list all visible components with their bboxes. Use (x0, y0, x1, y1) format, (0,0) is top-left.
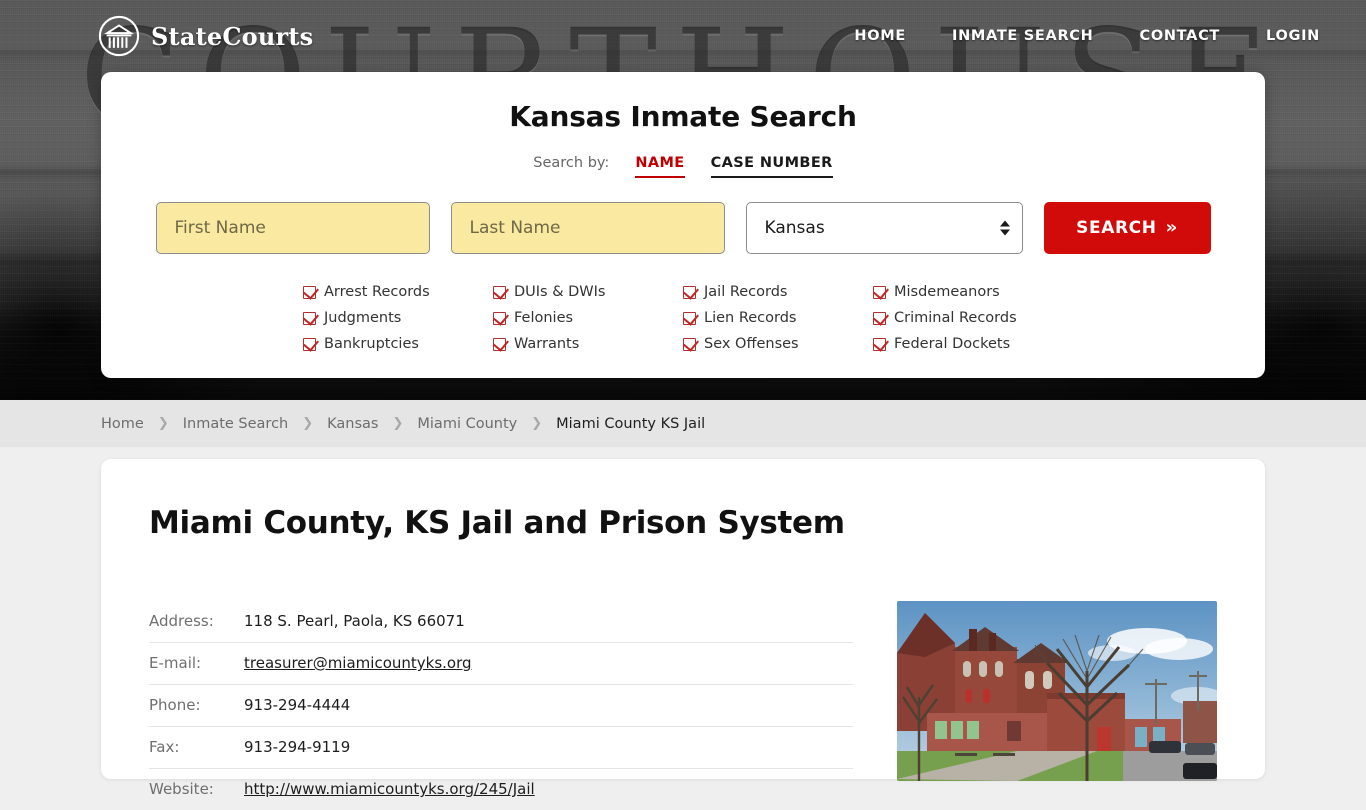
facility-photo (897, 601, 1217, 781)
detail-columns: Address: 118 S. Pearl, Paola, KS 66071 E… (149, 601, 1217, 810)
breadcrumb-item-miami-county[interactable]: Miami County (417, 416, 517, 432)
record-type-item[interactable]: Lien Records (683, 310, 873, 326)
state-select-value[interactable]: Kansas (746, 202, 1023, 254)
detail-value: 913-294-4444 (244, 685, 853, 727)
checkbox-checked-icon[interactable] (873, 338, 886, 351)
record-type-label: Lien Records (704, 310, 796, 326)
facility-info-table: Address: 118 S. Pearl, Paola, KS 66071 E… (149, 601, 853, 810)
page-title: Miami County, KS Jail and Prison System (149, 505, 1217, 541)
chevron-right-icon: ❯ (288, 416, 327, 431)
record-type-item[interactable]: Judgments (303, 310, 493, 326)
detail-key: Address: (149, 601, 244, 643)
state-select[interactable]: Kansas (746, 202, 1023, 254)
record-type-label: Arrest Records (324, 284, 430, 300)
record-types-list: Arrest Records Judgments Bankruptcies DU… (303, 284, 1063, 352)
courthouse-photo-illustration (897, 601, 1217, 781)
checkbox-checked-icon[interactable] (873, 312, 886, 325)
record-type-item[interactable]: Bankruptcies (303, 336, 493, 352)
chevron-right-icon: ❯ (378, 416, 417, 431)
courthouse-circle-icon (98, 15, 140, 57)
facility-detail-card: Miami County, KS Jail and Prison System … (101, 459, 1265, 779)
checkbox-checked-icon[interactable] (683, 338, 696, 351)
inmate-search-card: Kansas Inmate Search Search by: NAME CAS… (101, 72, 1265, 378)
table-row: E-mail: treasurer@miamicountyks.org (149, 643, 853, 685)
record-type-item[interactable]: Felonies (493, 310, 683, 326)
breadcrumb-item-inmate-search[interactable]: Inmate Search (183, 416, 289, 432)
breadcrumb-item-current: Miami County KS Jail (556, 416, 705, 432)
detail-value: 118 S. Pearl, Paola, KS 66071 (244, 601, 853, 643)
last-name-input[interactable] (451, 202, 725, 254)
website-link[interactable]: http://www.miamicountyks.org/245/Jail (244, 780, 535, 798)
record-type-item[interactable]: Arrest Records (303, 284, 493, 300)
checkbox-checked-icon[interactable] (493, 286, 506, 299)
checkbox-checked-icon[interactable] (873, 286, 886, 299)
tab-name[interactable]: NAME (635, 155, 684, 178)
table-row: Address: 118 S. Pearl, Paola, KS 66071 (149, 601, 853, 643)
chevron-right-icon: ❯ (517, 416, 556, 431)
checkbox-checked-icon[interactable] (493, 312, 506, 325)
record-type-item[interactable]: Sex Offenses (683, 336, 873, 352)
table-row: Website: http://www.miamicountyks.org/24… (149, 769, 853, 810)
breadcrumb: Home ❯ Inmate Search ❯ Kansas ❯ Miami Co… (0, 400, 1366, 447)
search-by-label: Search by: (533, 155, 609, 171)
record-type-label: Criminal Records (894, 310, 1017, 326)
top-navigation-bar: StateCourts HOME INMATE SEARCH CONTACT L… (0, 0, 1366, 72)
tab-case-number[interactable]: CASE NUMBER (711, 155, 833, 178)
record-type-label: Misdemeanors (894, 284, 1000, 300)
chevron-right-icon: ❯ (144, 416, 183, 431)
search-card-title: Kansas Inmate Search (101, 100, 1265, 133)
detail-value: treasurer@miamicountyks.org (244, 643, 853, 685)
detail-key: Phone: (149, 685, 244, 727)
record-type-label: Bankruptcies (324, 336, 419, 352)
detail-key: Website: (149, 769, 244, 810)
record-type-label: Warrants (514, 336, 579, 352)
brand-name: StateCourts (151, 22, 313, 51)
first-name-input[interactable] (156, 202, 430, 254)
checkbox-checked-icon[interactable] (493, 338, 506, 351)
nav-item-contact[interactable]: CONTACT (1116, 22, 1243, 50)
record-type-label: DUIs & DWIs (514, 284, 605, 300)
search-form: Kansas SEARCH » (101, 202, 1265, 254)
nav-item-home[interactable]: HOME (831, 22, 929, 50)
record-type-item[interactable]: Federal Dockets (873, 336, 1063, 352)
record-type-label: Judgments (324, 310, 401, 326)
record-type-item[interactable]: Jail Records (683, 284, 873, 300)
detail-key: E-mail: (149, 643, 244, 685)
record-type-item[interactable]: Criminal Records (873, 310, 1063, 326)
checkbox-checked-icon[interactable] (683, 286, 696, 299)
checkbox-checked-icon[interactable] (303, 312, 316, 325)
detail-value: http://www.miamicountyks.org/245/Jail (244, 769, 853, 810)
record-type-label: Federal Dockets (894, 336, 1010, 352)
search-button[interactable]: SEARCH » (1044, 202, 1211, 254)
checkbox-checked-icon[interactable] (303, 286, 316, 299)
table-row: Fax: 913-294-9119 (149, 727, 853, 769)
email-link[interactable]: treasurer@miamicountyks.org (244, 654, 472, 672)
detail-value: 913-294-9119 (244, 727, 853, 769)
nav-item-login[interactable]: LOGIN (1243, 22, 1320, 50)
record-type-label: Felonies (514, 310, 573, 326)
record-type-label: Jail Records (704, 284, 787, 300)
record-type-label: Sex Offenses (704, 336, 799, 352)
breadcrumb-item-kansas[interactable]: Kansas (327, 416, 378, 432)
search-by-tabs: Search by: NAME CASE NUMBER (101, 155, 1265, 178)
search-button-label: SEARCH (1076, 218, 1156, 238)
record-type-item[interactable]: DUIs & DWIs (493, 284, 683, 300)
double-chevron-right-icon: » (1166, 219, 1178, 237)
breadcrumb-item-home[interactable]: Home (101, 416, 144, 432)
main-nav: HOME INMATE SEARCH CONTACT LOGIN (831, 22, 1320, 50)
detail-key: Fax: (149, 727, 244, 769)
brand-logo[interactable]: StateCourts (98, 15, 313, 57)
checkbox-checked-icon[interactable] (683, 312, 696, 325)
record-type-item[interactable]: Warrants (493, 336, 683, 352)
table-row: Phone: 913-294-4444 (149, 685, 853, 727)
checkbox-checked-icon[interactable] (303, 338, 316, 351)
nav-item-inmate-search[interactable]: INMATE SEARCH (929, 22, 1117, 50)
record-type-item[interactable]: Misdemeanors (873, 284, 1063, 300)
